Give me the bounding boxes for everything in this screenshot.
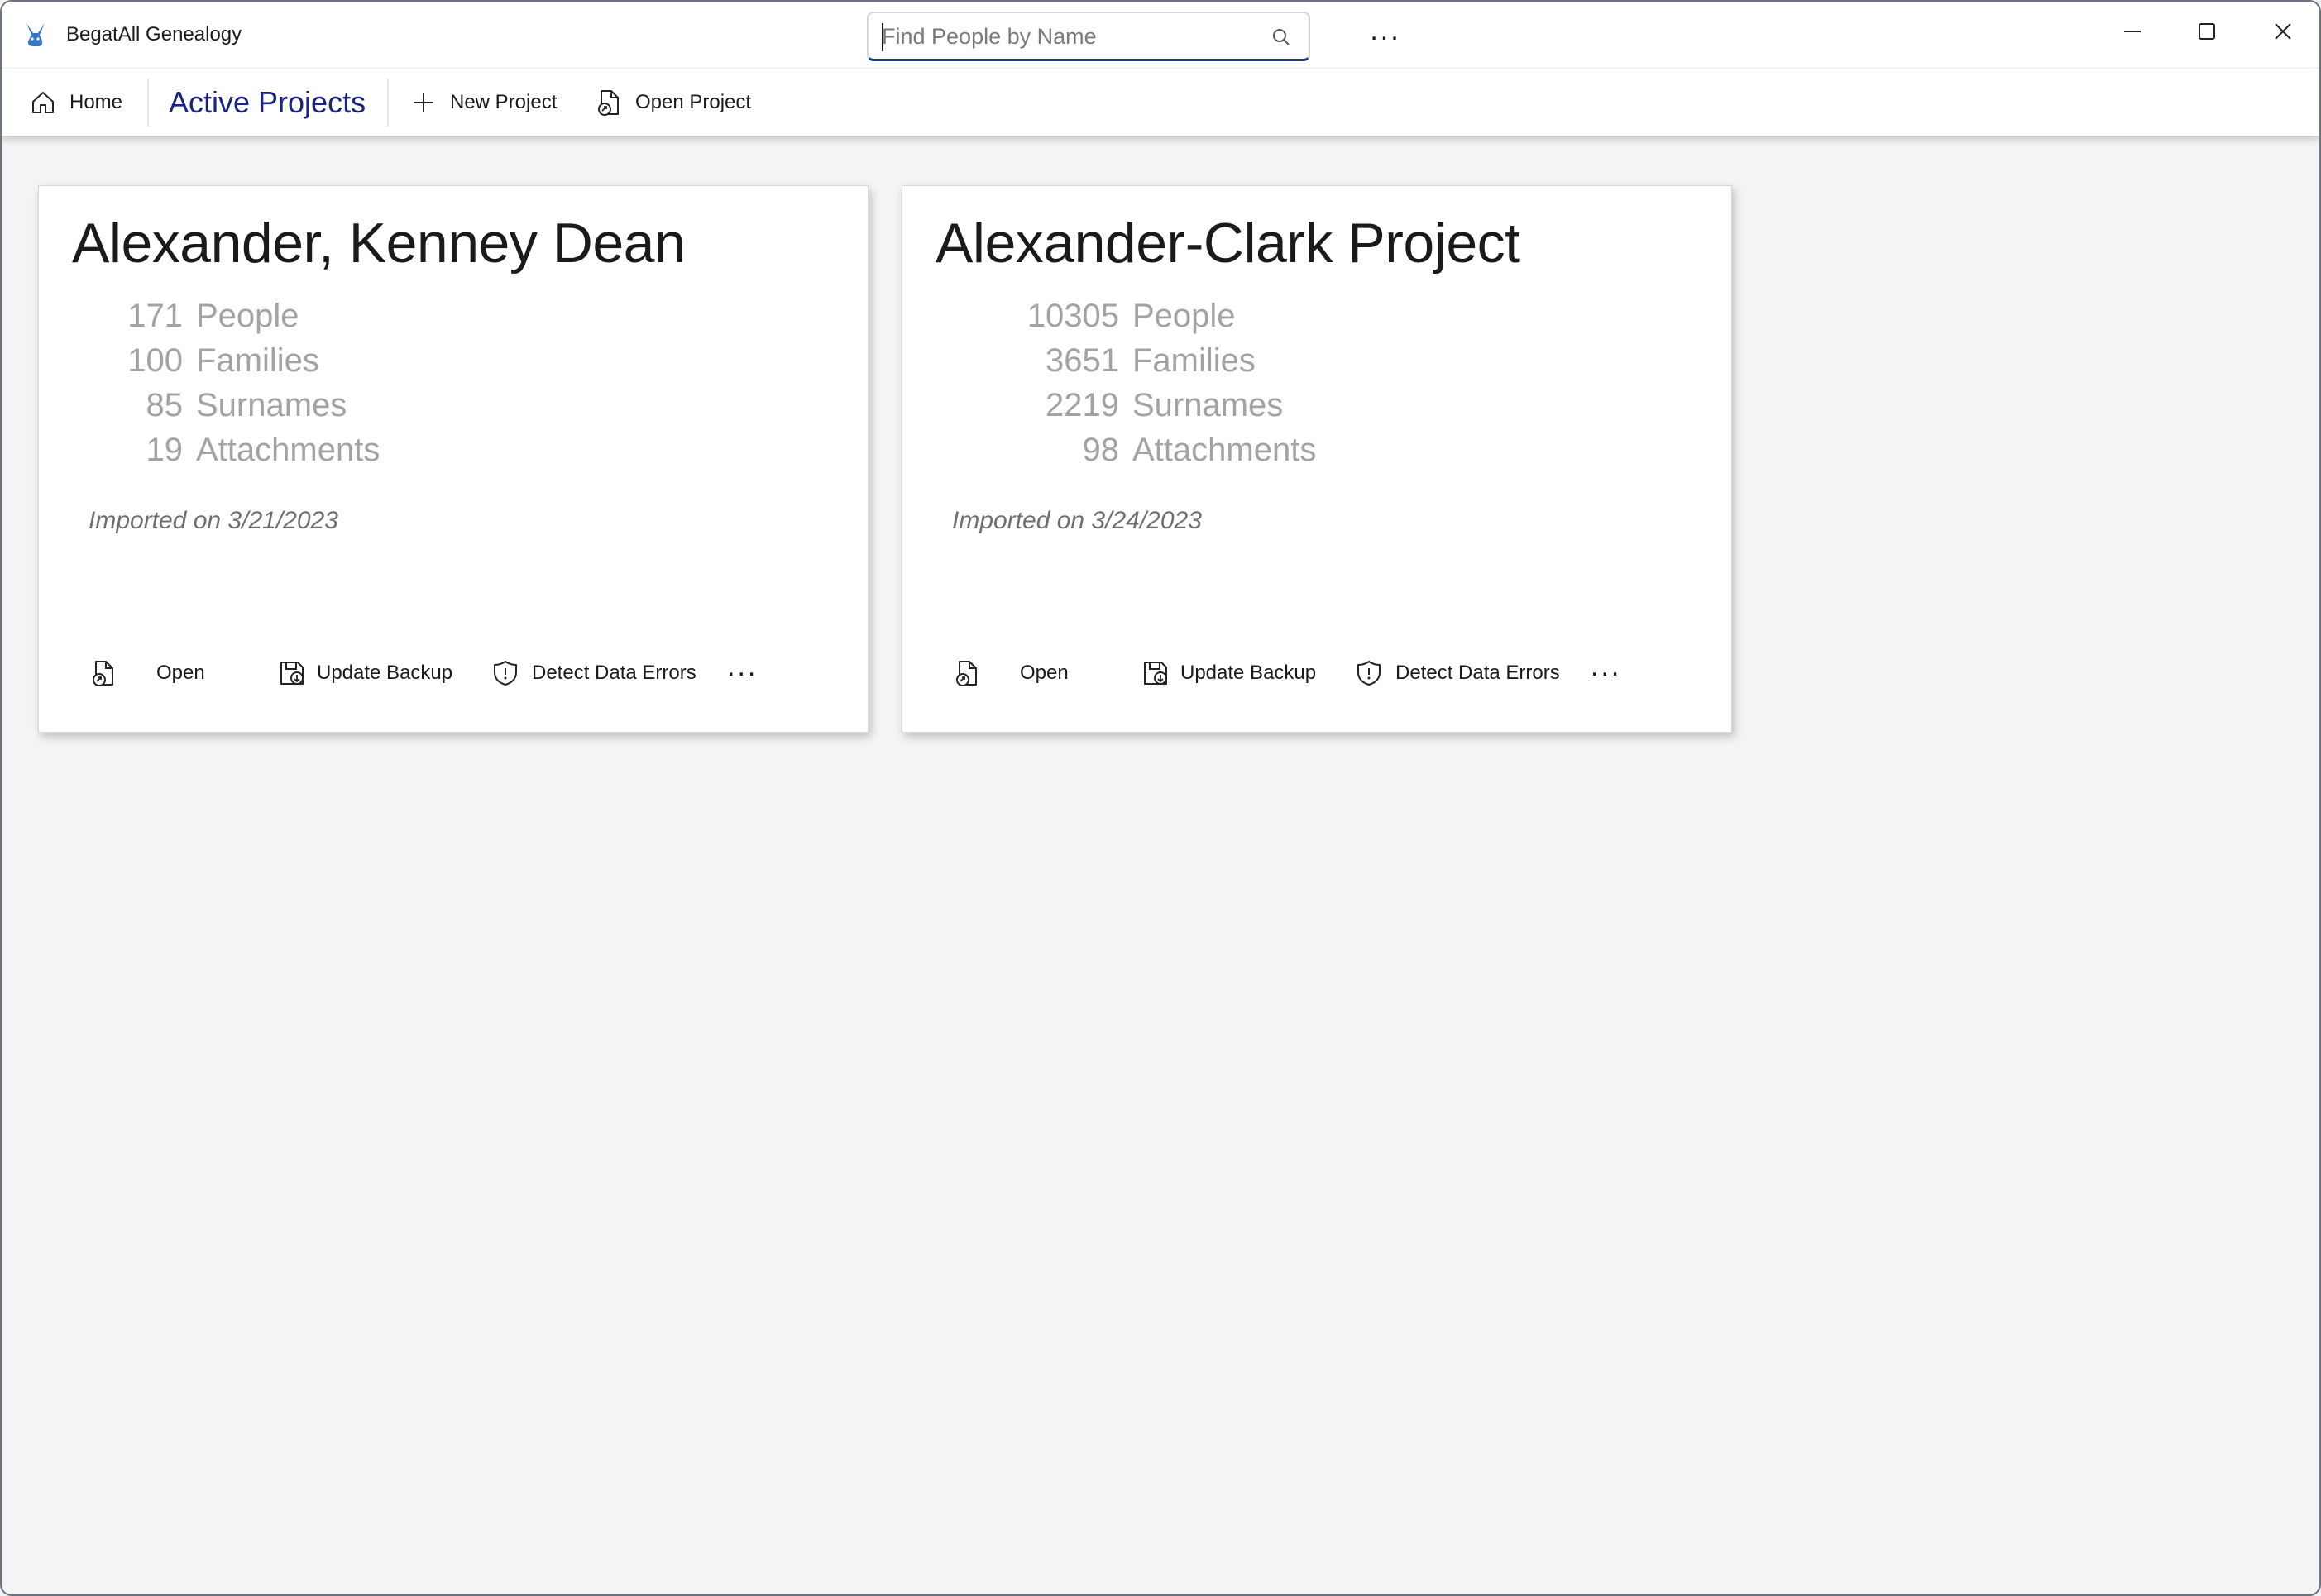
imported-date: Imported on 3/24/2023 [952,507,1202,534]
stat-label: Families [1132,342,1256,379]
toolbar: Home Active Projects New Project Open Pr… [2,68,2319,136]
shield-icon [1354,658,1384,688]
maximize-icon [2199,23,2215,40]
minimize-button[interactable] [2108,13,2157,50]
project-title: Alexander-Clark Project [936,212,1520,275]
open-document-icon [952,658,982,688]
stat-label: Surnames [196,386,347,423]
tab-active-projects[interactable]: Active Projects [169,84,366,122]
home-label: Home [69,91,123,113]
toolbar-divider [147,79,149,127]
toolbar-divider [387,79,389,127]
stat-label: People [1132,297,1236,334]
project-stats: 171 People 100 Families 85 Surnames 19 A… [72,294,380,472]
detect-data-errors-button[interactable]: Detect Data Errors [491,654,696,692]
card-actions: Open Update Backup Detect Data Errors ..… [952,651,1713,692]
open-label: Open [1020,662,1069,684]
save-backup-icon [277,658,307,688]
minimize-icon [2124,31,2141,32]
stat-label: Families [196,342,319,379]
open-document-icon [89,658,118,688]
stat-attachments: 19 Attachments [72,428,380,472]
project-card[interactable]: Alexander, Kenney Dean 171 People 100 Fa… [38,185,869,733]
card-more-button[interactable]: ... [727,647,758,686]
shield-icon [491,658,520,688]
stat-count: 19 [146,431,184,468]
open-label: Open [156,662,205,684]
search-box[interactable] [867,12,1310,61]
stat-label: People [196,297,299,334]
detect-data-errors-label: Detect Data Errors [1395,662,1560,684]
save-backup-icon [1141,658,1170,688]
stat-surnames: 2219 Surnames [936,383,1316,428]
home-icon [28,88,58,117]
project-card[interactable]: Alexander-Clark Project 10305 People 365… [902,185,1732,733]
stat-count: 100 [127,342,183,379]
app-title: BegatAll Genealogy [66,23,242,45]
stat-count: 10305 [1027,297,1119,334]
update-backup-label: Update Backup [317,662,453,684]
open-project-button[interactable]: Open Project [594,84,751,122]
new-project-label: New Project [450,91,558,113]
stat-count: 3651 [1046,342,1119,379]
plus-icon [409,88,438,117]
stat-families: 3651 Families [936,338,1316,383]
stat-surnames: 85 Surnames [72,383,380,428]
title-bar: BegatAll Genealogy ... [2,2,2319,68]
open-button[interactable]: Open [89,654,205,692]
stat-count: 2219 [1046,386,1119,423]
close-icon [2275,23,2291,40]
stat-families: 100 Families [72,338,380,383]
more-options-button[interactable]: ... [1366,15,1405,51]
stat-label: Surnames [1132,386,1284,423]
stat-people: 10305 People [936,294,1316,338]
open-button[interactable]: Open [952,654,1069,692]
stat-label: Attachments [196,431,380,468]
imported-date: Imported on 3/21/2023 [89,507,338,534]
search-icon[interactable] [1271,26,1292,48]
stat-people: 171 People [72,294,380,338]
active-projects-label: Active Projects [169,85,366,119]
close-button[interactable] [2258,13,2308,50]
detect-data-errors-label: Detect Data Errors [532,662,696,684]
open-document-icon [594,88,624,117]
project-title: Alexander, Kenney Dean [72,212,686,275]
card-actions: Open Update Backup Detect Data Errors ..… [89,651,849,692]
detect-data-errors-button[interactable]: Detect Data Errors [1354,654,1560,692]
card-more-button[interactable]: ... [1591,647,1621,686]
stat-label: Attachments [1132,431,1317,468]
search-input[interactable] [882,23,1246,50]
new-project-button[interactable]: New Project [409,84,557,122]
update-backup-button[interactable]: Update Backup [277,654,452,692]
open-project-label: Open Project [635,91,752,113]
stat-attachments: 98 Attachments [936,428,1317,472]
project-stats: 10305 People 3651 Families 2219 Surnames… [936,294,1317,472]
update-backup-label: Update Backup [1180,662,1317,684]
rabbit-logo-icon [20,20,50,50]
maximize-button[interactable] [2182,13,2232,50]
home-button[interactable]: Home [28,84,122,122]
stat-count: 98 [1082,431,1120,468]
stat-count: 85 [146,386,184,423]
app-window: BegatAll Genealogy ... [0,0,2321,1596]
update-backup-button[interactable]: Update Backup [1141,654,1316,692]
stat-count: 171 [127,297,183,334]
